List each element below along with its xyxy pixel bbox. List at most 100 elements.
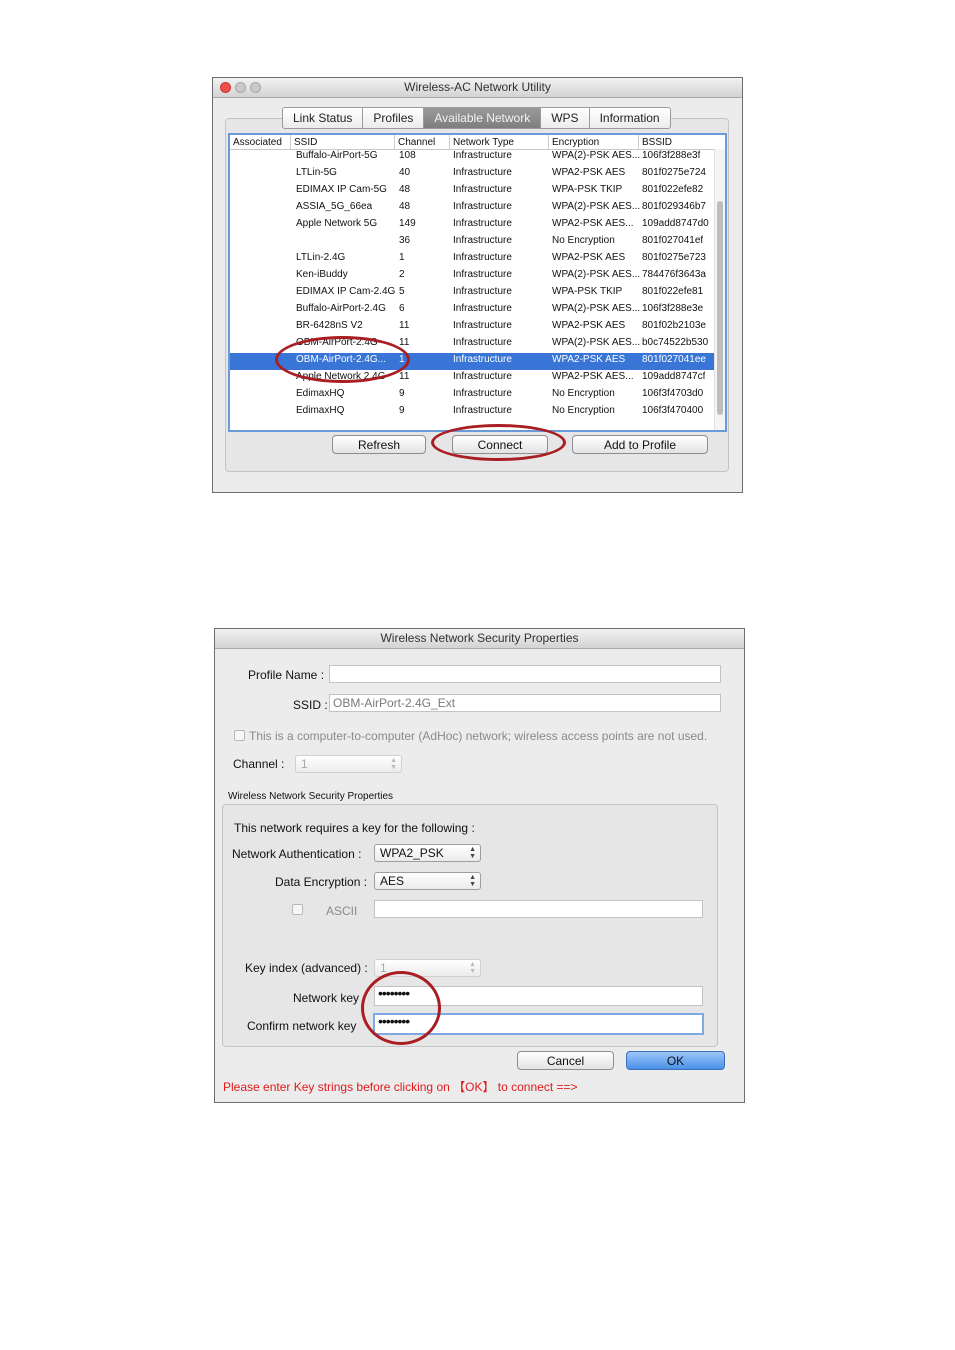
tab-profiles[interactable]: Profiles xyxy=(363,108,425,128)
channel-select[interactable]: 1 ▲ ▼ xyxy=(295,755,402,773)
key-index-label: Key index (advanced) : xyxy=(245,961,368,975)
ascii-checkbox[interactable] xyxy=(292,904,303,915)
cell-network-type: Infrastructure xyxy=(453,405,512,416)
ascii-key-input[interactable] xyxy=(374,900,703,918)
network-authentication-select[interactable]: WPA2_PSK ▲ ▼ xyxy=(374,844,481,862)
window-title: Wireless-AC Network Utility xyxy=(404,80,551,94)
cell-network-type: Infrastructure xyxy=(453,303,512,314)
cell-channel: 108 xyxy=(399,150,416,161)
cell-channel: 11 xyxy=(399,320,410,331)
table-header: Associated SSID Channel Network Type Enc… xyxy=(230,135,725,150)
data-encryption-value: AES xyxy=(380,874,405,888)
profile-name-label: Profile Name : xyxy=(248,668,325,682)
table-row[interactable]: Ken-iBuddy 2 Infrastructure WPA(2)-PSK AES.… xyxy=(230,268,716,285)
table-row[interactable]: EDIMAX IP Cam-2.4G 5 Infrastructure WPA-PSK… xyxy=(230,285,716,302)
table-row[interactable]: Buffalo-AirPort-2.4G 6 Infrastructure WPA(2… xyxy=(230,302,716,319)
cell-channel: 11 xyxy=(399,371,410,382)
cell-ssid: EDIMAX IP Cam-5G xyxy=(296,184,387,195)
refresh-button[interactable]: Refresh xyxy=(332,435,426,454)
cell-channel: 5 xyxy=(399,286,405,297)
window-titlebar: Wireless Network Security Properties xyxy=(215,629,744,649)
cell-ssid: ASSIA_5G_66ea xyxy=(296,201,373,212)
table-row[interactable]: BR-6428nS V2 11 Infrastructure WPA2-PSK AES… xyxy=(230,319,716,336)
cell-channel: 11 xyxy=(399,337,410,348)
table-row-selected[interactable]: OBM-AirPort-2.4G... 1 Infrastructure WPA2-P… xyxy=(230,353,716,370)
scrollbar-thumb[interactable] xyxy=(717,201,723,415)
cell-bssid: 801f0275e724 xyxy=(642,167,706,178)
column-header-ssid[interactable]: SSID xyxy=(291,135,395,149)
confirm-network-key-input[interactable]: •••••••• xyxy=(373,1013,704,1035)
column-header-network-type[interactable]: Network Type xyxy=(450,135,549,149)
tab-link-status[interactable]: Link Status xyxy=(283,108,364,128)
cell-encryption: WPA(2)-PSK AES... xyxy=(552,303,641,314)
table-row[interactable]: OBM-AirPort-2.4G 11 Infrastructure WPA(2)-P… xyxy=(230,336,716,353)
column-header-bssid[interactable]: BSSID xyxy=(639,135,716,149)
cell-bssid: 801f022efe81 xyxy=(642,286,704,297)
cell-bssid: 106f3f288e3f xyxy=(642,150,701,161)
security-group-title: Wireless Network Security Properties xyxy=(228,791,394,802)
profile-name-input[interactable] xyxy=(329,665,721,683)
cell-ssid: Buffalo-AirPort-2.4G xyxy=(296,303,386,314)
table-scrollbar[interactable] xyxy=(714,149,725,430)
tab-wps[interactable]: WPS xyxy=(541,108,590,128)
cell-channel: 9 xyxy=(399,405,405,416)
table-row[interactable]: LTLin-2.4G 1 Infrastructure WPA2-PSK AES 801… xyxy=(230,251,716,268)
network-key-label: Network key xyxy=(293,991,360,1005)
available-network-table[interactable]: Associated SSID Channel Network Type Enc… xyxy=(228,133,727,432)
column-header-associated[interactable]: Associated xyxy=(230,135,291,149)
cell-encryption: No Encryption xyxy=(552,388,615,399)
cell-bssid: 801f027041ee xyxy=(642,354,706,365)
tab-information[interactable]: Information xyxy=(590,108,670,128)
cell-bssid: 784476f3643a xyxy=(642,269,706,280)
cell-network-type: Infrastructure xyxy=(453,218,512,229)
network-authentication-label: Network Authentication : xyxy=(232,847,362,861)
cell-ssid: BR-6428nS V2 xyxy=(296,320,363,331)
cell-channel: 149 xyxy=(399,218,416,229)
close-window-icon[interactable] xyxy=(220,82,231,93)
cell-ssid: EdimaxHQ xyxy=(296,388,345,399)
ok-button[interactable]: OK xyxy=(626,1051,725,1070)
minimize-window-icon[interactable] xyxy=(235,82,246,93)
network-authentication-value: WPA2_PSK xyxy=(380,846,444,860)
data-encryption-select[interactable]: AES ▲ ▼ xyxy=(374,872,481,890)
table-row[interactable]: EDIMAX IP Cam-5G 48 Infrastructure WPA-PSK … xyxy=(230,183,716,200)
cell-ssid: LTLin-5G xyxy=(296,167,337,178)
cell-bssid: 109add8747cf xyxy=(642,371,706,382)
key-index-value: 1 xyxy=(380,961,387,975)
cell-encryption: WPA2-PSK AES xyxy=(552,252,626,263)
key-index-select[interactable]: 1 ▲ ▼ xyxy=(374,959,481,977)
add-to-profile-button[interactable]: Add to Profile xyxy=(572,435,708,454)
cell-network-type: Infrastructure xyxy=(453,388,512,399)
zoom-window-icon[interactable] xyxy=(250,82,261,93)
cell-network-type: Infrastructure xyxy=(453,337,512,348)
network-utility-window: Wireless-AC Network Utility Link Status … xyxy=(212,77,743,493)
table-row[interactable]: Buffalo-AirPort-5G 108 Infrastructure WPA(2… xyxy=(230,149,716,166)
cell-channel: 36 xyxy=(399,235,411,246)
connect-button[interactable]: Connect xyxy=(452,435,548,454)
cell-encryption: WPA2-PSK AES... xyxy=(552,371,634,382)
cell-network-type: Infrastructure xyxy=(453,201,512,212)
table-row[interactable]: EdimaxHQ 9 Infrastructure No Encryption 106f… xyxy=(230,387,716,404)
table-row[interactable]: Apple Network 2.4G 11 Infrastructure WPA2-P… xyxy=(230,370,716,387)
cell-encryption: WPA(2)-PSK AES... xyxy=(552,201,641,212)
adhoc-checkbox[interactable] xyxy=(234,730,245,741)
network-key-input[interactable]: •••••••• xyxy=(374,986,703,1006)
cell-encryption: WPA2-PSK AES xyxy=(552,354,626,365)
column-header-channel[interactable]: Channel xyxy=(395,135,450,149)
cell-bssid: b0c74522b530 xyxy=(642,337,709,348)
cell-channel: 40 xyxy=(399,167,411,178)
table-row[interactable]: Apple Network 5G 149 Infrastructure WPA2-PS… xyxy=(230,217,716,234)
table-row[interactable]: 36 Infrastructure No Encryption 801f027041e… xyxy=(230,234,716,251)
cancel-button[interactable]: Cancel xyxy=(517,1051,614,1070)
tab-available-network[interactable]: Available Network xyxy=(424,108,542,128)
table-row[interactable]: ASSIA_5G_66ea 48 Infrastructure WPA(2)-PSK … xyxy=(230,200,716,217)
cell-encryption: No Encryption xyxy=(552,405,615,416)
table-row[interactable]: EdimaxHQ 9 Infrastructure No Encryption 106f… xyxy=(230,404,716,421)
ssid-input[interactable]: OBM-AirPort-2.4G_Ext xyxy=(329,694,721,712)
cell-bssid: 801f0275e723 xyxy=(642,252,706,263)
data-encryption-label: Data Encryption : xyxy=(275,875,368,889)
cell-bssid: 106f3f470400 xyxy=(642,405,704,416)
column-header-encryption[interactable]: Encryption xyxy=(549,135,639,149)
table-row[interactable]: LTLin-5G 40 Infrastructure WPA2-PSK AES 801f… xyxy=(230,166,716,183)
cell-ssid: EDIMAX IP Cam-2.4G xyxy=(296,286,396,297)
